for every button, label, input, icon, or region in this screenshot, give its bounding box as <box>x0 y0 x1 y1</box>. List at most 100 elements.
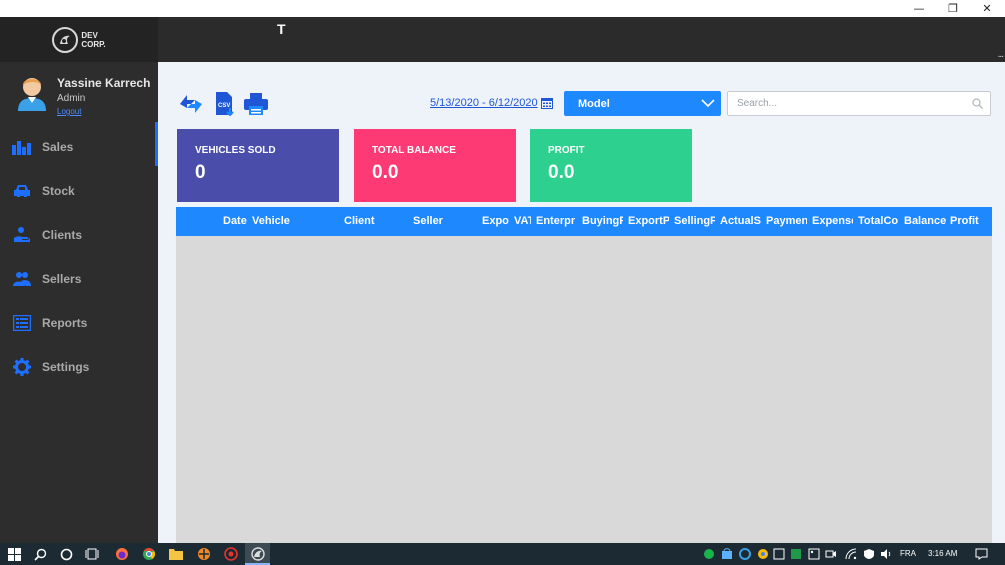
tray-terminal-icon[interactable] <box>788 546 804 562</box>
table-header: Date Vehicle Client Seller Expo VAT Ente… <box>176 207 992 236</box>
sidebar-item-label: Settings <box>42 360 90 374</box>
column-header-expo[interactable]: Expo <box>482 215 509 227</box>
wifi-icon[interactable] <box>843 546 859 562</box>
column-header-expense[interactable]: Expense <box>812 215 853 227</box>
column-header-seller[interactable]: Seller <box>413 215 458 227</box>
chrome-icon[interactable] <box>141 546 157 562</box>
card-title: VEHICLES SOLD <box>195 145 276 156</box>
logo-icon <box>52 26 79 53</box>
logo-text: DEV CORP. <box>81 31 105 49</box>
minimize-button[interactable]: — <box>902 0 936 17</box>
column-header-selling-price[interactable]: SellingP <box>674 215 715 227</box>
print-button[interactable] <box>241 90 271 118</box>
brand-line1: DEV <box>81 30 98 40</box>
date-range-link[interactable]: 5/13/2020 - 6/12/2020 <box>430 97 538 109</box>
search-icon <box>972 98 983 109</box>
refresh-icon <box>180 95 202 113</box>
search-icon[interactable] <box>32 546 48 562</box>
tray-store-icon[interactable] <box>719 546 735 562</box>
top-header: T ... <box>158 17 1005 62</box>
sidebar-item-sellers[interactable]: Sellers <box>0 260 158 298</box>
sidebar-item-label: Reports <box>42 316 88 330</box>
table-body <box>176 236 992 543</box>
column-header-payment[interactable]: Paymen <box>766 215 807 227</box>
logo: DEV CORP. <box>0 17 158 62</box>
volume-icon[interactable] <box>878 546 894 562</box>
hand-user-icon <box>12 225 32 245</box>
sidebar-item-label: Sales <box>42 140 74 154</box>
tray-green-icon[interactable] <box>701 546 717 562</box>
column-header-buying-price[interactable]: BuyingP <box>582 215 623 227</box>
vehicles-sold-card: VEHICLES SOLD 0 <box>177 129 339 202</box>
csv-export-button[interactable]: CSV <box>210 90 240 118</box>
sidebar: DEV CORP. Yassine Karrech Admin Logout S… <box>0 17 158 543</box>
taskbar: FRA 3:16 AM <box>0 543 1005 565</box>
sidebar-item-reports[interactable]: Reports <box>0 304 158 342</box>
column-header-client[interactable]: Client <box>344 215 389 227</box>
model-dropdown[interactable]: Model <box>564 91 721 116</box>
card-title: PROFIT <box>548 145 585 156</box>
card-value: 0 <box>195 162 206 183</box>
list-report-icon <box>12 313 32 333</box>
app-window: — ❐ ✕ DEV CORP. Yassine Karrech Admin Lo… <box>0 0 1005 565</box>
task-view-icon[interactable] <box>84 546 100 562</box>
close-icon: ✕ <box>982 2 992 15</box>
sidebar-item-stock[interactable]: Stock <box>0 172 158 210</box>
card-value: 0.0 <box>548 162 575 183</box>
column-header-vat[interactable]: VAT <box>514 215 531 227</box>
chevron-down-icon <box>701 99 715 108</box>
tray-video-icon[interactable] <box>823 546 839 562</box>
tray-chrome-icon[interactable] <box>755 546 771 562</box>
windows-start-icon[interactable] <box>6 546 22 562</box>
window-title-bar: — ❐ ✕ <box>0 0 1005 17</box>
devcorp-app-icon[interactable] <box>250 546 266 562</box>
column-header-export-price[interactable]: ExportP <box>628 215 669 227</box>
sidebar-item-label: Sellers <box>42 272 82 286</box>
file-explorer-icon[interactable] <box>168 546 184 562</box>
column-header-profit[interactable]: Profit <box>950 215 986 227</box>
sidebar-item-label: Clients <box>42 228 83 242</box>
logout-link[interactable]: Logout <box>57 107 81 116</box>
profit-card: PROFIT 0.0 <box>530 129 692 202</box>
restore-icon: ❐ <box>948 2 958 15</box>
language-indicator[interactable]: FRA <box>900 549 916 558</box>
sidebar-item-label: Stock <box>42 184 75 198</box>
sidebar-item-settings[interactable]: Settings <box>0 348 158 386</box>
minimize-icon: — <box>913 2 925 15</box>
app-icon-orange[interactable] <box>196 546 212 562</box>
security-icon[interactable] <box>861 546 877 562</box>
column-header-balance[interactable]: Balance <box>904 215 946 227</box>
column-header-total-cost[interactable]: TotalCo <box>858 215 899 227</box>
search-input[interactable]: Search... <box>727 91 991 116</box>
tray-window-icon[interactable] <box>771 546 787 562</box>
cortana-icon[interactable] <box>58 546 74 562</box>
user-role: Admin <box>57 93 86 104</box>
main-content: CSV 5/13/2020 - 6/12/2020 Model Search..… <box>158 62 1005 543</box>
tray-image-icon[interactable] <box>806 546 822 562</box>
column-header-enterprise[interactable]: Enterpr <box>536 215 577 227</box>
column-header-vehicle[interactable]: Vehicle <box>252 215 312 227</box>
clock[interactable]: 3:16 AM <box>928 549 957 558</box>
notification-icon[interactable] <box>973 546 989 562</box>
close-button[interactable]: ✕ <box>970 0 1004 17</box>
card-value: 0.0 <box>372 162 399 183</box>
model-dropdown-label: Model <box>578 97 610 110</box>
column-header-date[interactable]: Date <box>223 215 247 227</box>
brand-line2: CORP. <box>81 39 106 49</box>
restore-button[interactable]: ❐ <box>936 0 970 17</box>
car-icon <box>12 181 32 201</box>
app-icon-red[interactable] <box>223 546 239 562</box>
avatar <box>16 73 48 111</box>
search-placeholder: Search... <box>737 98 778 109</box>
csv-export-icon: CSV <box>216 92 234 117</box>
gear-icon <box>12 357 32 377</box>
calendar-icon[interactable] <box>541 96 553 114</box>
header-more[interactable]: ... <box>998 49 1004 60</box>
column-header-actual-sell[interactable]: ActualS <box>720 215 761 227</box>
bar-chart-icon <box>12 137 32 157</box>
refresh-button[interactable] <box>176 90 206 118</box>
sidebar-item-sales[interactable]: Sales <box>0 122 158 166</box>
tray-edge-icon[interactable] <box>737 546 753 562</box>
firefox-icon[interactable] <box>114 546 130 562</box>
sidebar-item-clients[interactable]: Clients <box>0 216 158 254</box>
